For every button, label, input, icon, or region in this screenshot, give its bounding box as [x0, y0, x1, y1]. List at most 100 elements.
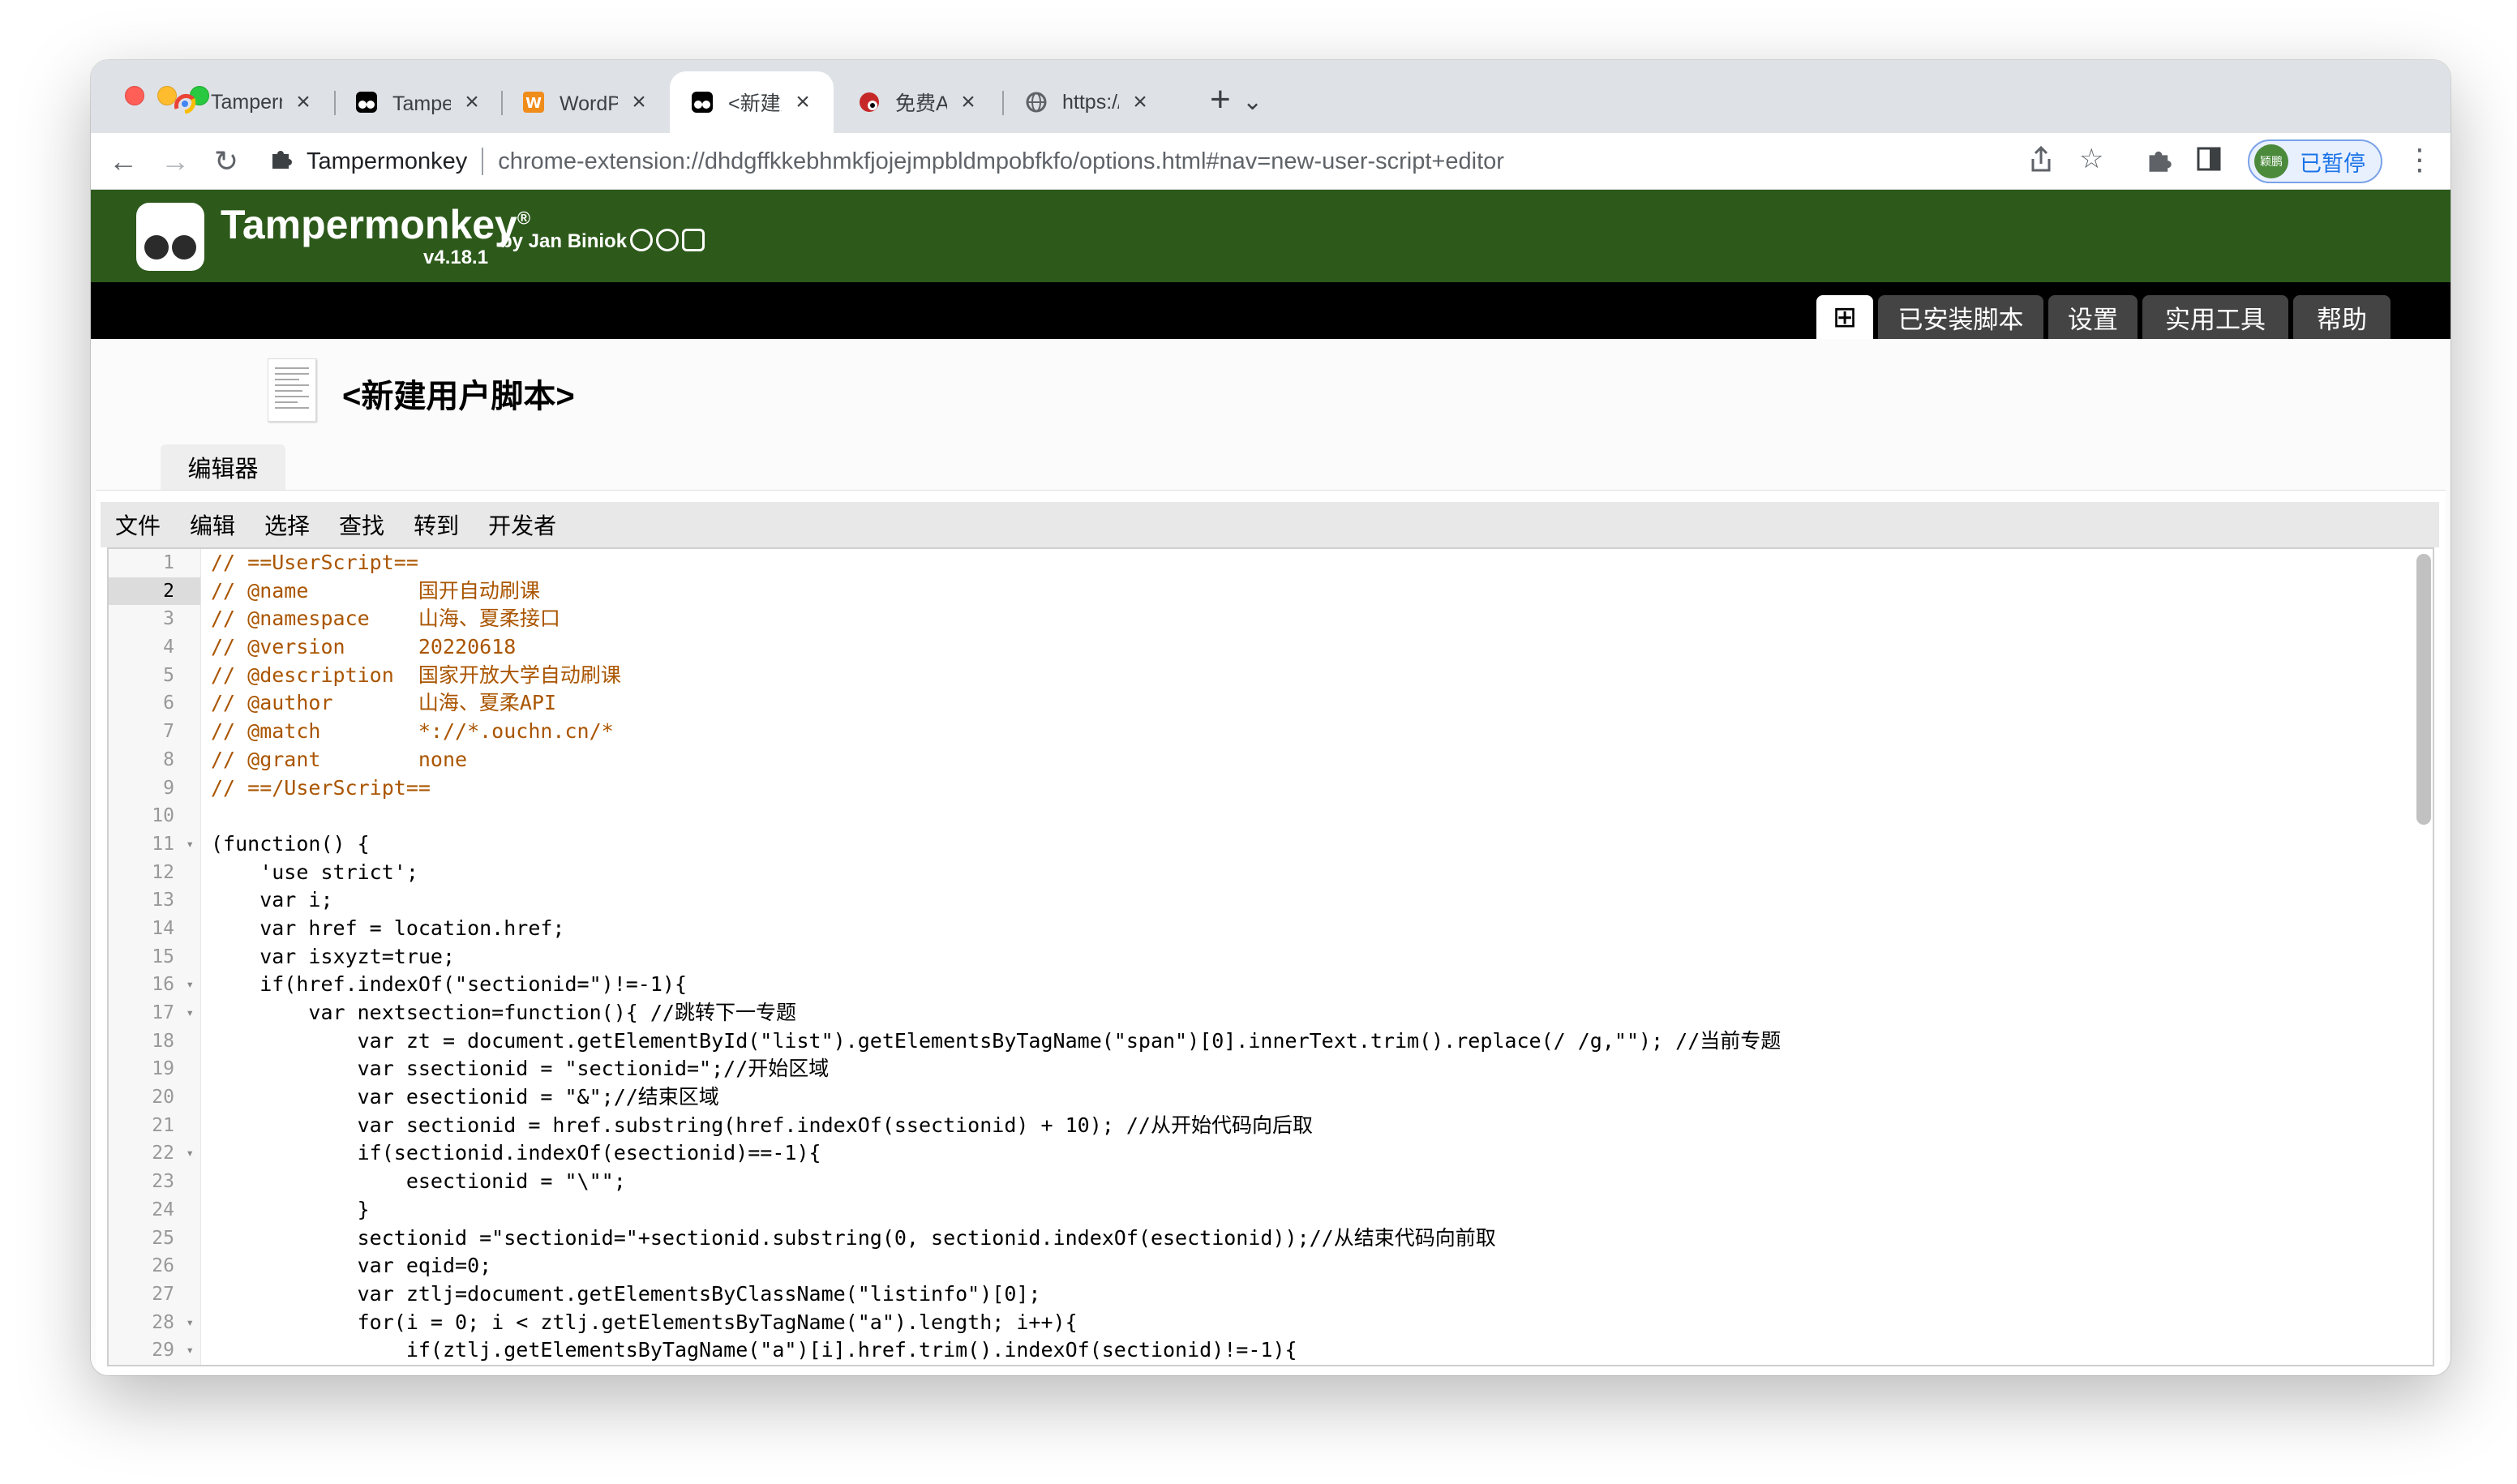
- close-tab-icon[interactable]: ×: [957, 88, 980, 116]
- line-number: 28 ▾: [109, 1309, 200, 1337]
- menu-find[interactable]: 查找: [339, 508, 384, 541]
- code-editor[interactable]: 1 2 3 4 5 6 7 8 9 10 11 ▾ 12 13 14 15 16 ▾ 17 ▾ 18 19 20 21 22 ▾ 2…: [107, 547, 2434, 1366]
- back-arrow-icon[interactable]: ←: [109, 144, 138, 178]
- tm-version: v4.18.1: [423, 247, 489, 268]
- reload-icon[interactable]: ↻: [214, 144, 238, 178]
- tm-author: by Jan Biniok: [500, 230, 628, 252]
- address-bar[interactable]: Tampermonkey chrome-extension://dhdgffkk…: [269, 138, 2013, 185]
- fold-arrow-icon[interactable]: ▾: [186, 830, 194, 859]
- omnibox-site-name: Tampermonkey: [307, 148, 468, 174]
- menu-file[interactable]: 文件: [115, 508, 161, 541]
- new-script-tab[interactable]: ⊞: [1816, 295, 1873, 339]
- code-line: // @name 国开自动刷课: [211, 578, 540, 603]
- share-icon[interactable]: [2029, 145, 2053, 181]
- fold-arrow-icon[interactable]: ▾: [186, 971, 194, 999]
- line-number: 4: [163, 637, 174, 658]
- new-tab-button[interactable]: +: [1210, 79, 1231, 120]
- browser-tab-active[interactable]: <新建用户脚本> ×: [670, 71, 834, 133]
- github-icon[interactable]: [630, 229, 653, 251]
- code-line: var i;: [211, 888, 333, 912]
- omnibox-url: chrome-extension://dhdgffkkebhmkfjojejmp…: [498, 148, 1504, 174]
- fold-arrow-icon[interactable]: ▾: [186, 1139, 194, 1168]
- extensions-puzzle-icon[interactable]: [2146, 146, 2173, 181]
- browser-tab-5[interactable]: 免费API - 提供免费接口调 ×: [837, 71, 999, 133]
- close-tab-icon[interactable]: ×: [292, 88, 315, 116]
- social-links: [630, 229, 705, 251]
- code-line: var href = location.href;: [211, 916, 565, 940]
- tab-installed-scripts[interactable]: 已安装脚本: [1878, 295, 2043, 339]
- profile-status: 已暂停: [2300, 151, 2365, 176]
- browser-tab-3[interactable]: W WordPress极简博客-优质 ×: [501, 71, 670, 133]
- menu-edit[interactable]: 编辑: [190, 508, 235, 541]
- code-line: // @namespace 山海、夏柔接口: [211, 607, 560, 631]
- code-line: var esectionid = "&";//结束区域: [211, 1085, 719, 1109]
- tab-utilities[interactable]: 实用工具: [2142, 295, 2288, 339]
- tm-title: Tampermonkey®: [221, 202, 531, 247]
- close-tab-icon[interactable]: ×: [628, 88, 650, 116]
- line-number: 24: [152, 1199, 174, 1220]
- code-line: var sectionid = href.substring(href.inde…: [211, 1113, 1313, 1137]
- line-number: 14: [152, 917, 174, 939]
- profile-button[interactable]: 颖鹏 已暂停: [2248, 139, 2382, 183]
- line-number: 22 ▾: [109, 1139, 200, 1168]
- line-number: 5: [163, 664, 174, 686]
- menu-select[interactable]: 选择: [264, 508, 310, 541]
- code-line: sectionid ="sectionid="+sectionid.substr…: [211, 1225, 1496, 1250]
- facebook-icon[interactable]: [656, 229, 679, 251]
- line-number: 10: [152, 805, 174, 827]
- tab-title: <新建用户脚本>: [728, 92, 782, 115]
- line-number: 16 ▾: [109, 971, 200, 999]
- line-number: 20: [152, 1087, 174, 1109]
- script-document-icon: [268, 358, 316, 422]
- code-line: var ztlj=document.getElementsByClassName…: [211, 1281, 1041, 1306]
- forward-arrow-icon[interactable]: →: [161, 144, 190, 178]
- line-number: 27: [152, 1283, 174, 1305]
- script-title: <新建用户脚本>: [342, 379, 575, 414]
- line-number: 26: [152, 1255, 174, 1277]
- code-line: if(sectionid.indexOf(esectionid)==-1){: [211, 1141, 821, 1165]
- line-number: 15: [152, 946, 174, 967]
- menu-developer[interactable]: 开发者: [488, 508, 556, 541]
- browser-tab-2[interactable]: Tampermonkey • 首页 ×: [334, 71, 503, 133]
- tab-title: WordPress极简博客-优质: [560, 92, 618, 115]
- line-number: 6: [163, 693, 174, 714]
- bookmark-star-icon[interactable]: ☆: [2079, 143, 2103, 175]
- line-number: 7: [163, 721, 174, 743]
- wordpress-w-icon: W: [521, 89, 547, 115]
- tab-help[interactable]: 帮助: [2293, 295, 2391, 339]
- tab-strip: Tampermonkey - Chrome × Tampermonkey • 首…: [91, 60, 2451, 133]
- side-panel-icon[interactable]: [2196, 146, 2222, 179]
- browser-tab-1[interactable]: Tampermonkey - Chrome ×: [152, 71, 334, 133]
- menu-goto[interactable]: 转到: [414, 508, 459, 541]
- editor-menubar: 文件 编辑 选择 查找 转到 开发者: [101, 502, 2439, 547]
- fold-arrow-icon[interactable]: ▾: [186, 1336, 194, 1365]
- code-line: if(ztlj.getElementsByTagName("a")[i].hre…: [211, 1338, 1297, 1362]
- code-line: var nextsection=function(){ //跳转下一专题: [211, 1001, 796, 1024]
- chrome-web-store-icon: [172, 89, 198, 115]
- close-tab-icon[interactable]: ×: [791, 88, 814, 116]
- code-line: // ==UserScript==: [211, 551, 418, 574]
- tab-editor[interactable]: 编辑器: [161, 444, 285, 490]
- line-number: 17 ▾: [109, 999, 200, 1027]
- tab-settings[interactable]: 设置: [2048, 295, 2138, 339]
- code-content[interactable]: // ==UserScript== // @name 国开自动刷课 // @name…: [206, 549, 2405, 1365]
- code-line: // ==/UserScript==: [211, 775, 431, 800]
- close-tab-icon[interactable]: ×: [1129, 88, 1151, 116]
- svg-text:W: W: [525, 95, 542, 112]
- avatar: 颖鹏: [2254, 144, 2288, 178]
- tampermonkey-nav: ⊞ 已安装脚本 设置 实用工具 帮助: [91, 282, 2451, 339]
- more-menu-icon[interactable]: ⋮: [2405, 143, 2434, 177]
- fold-arrow-icon[interactable]: ▾: [186, 1309, 194, 1337]
- close-window-button[interactable]: [125, 86, 144, 105]
- tab-title: Tampermonkey • 首页: [392, 92, 451, 115]
- editor-scrollbar[interactable]: [2416, 554, 2431, 825]
- close-tab-icon[interactable]: ×: [461, 88, 483, 116]
- line-number: 3: [163, 608, 174, 630]
- instagram-icon[interactable]: [682, 229, 705, 251]
- code-line: // @author 山海、夏柔API: [211, 691, 557, 715]
- tab-search-chevron-icon[interactable]: ⌄: [1242, 88, 1263, 116]
- fold-arrow-icon[interactable]: ▾: [186, 999, 194, 1027]
- browser-tab-6[interactable]: https://v.api.aa1.cn/api/a ×: [1004, 71, 1171, 133]
- code-line: var isxyzt=true;: [211, 944, 456, 968]
